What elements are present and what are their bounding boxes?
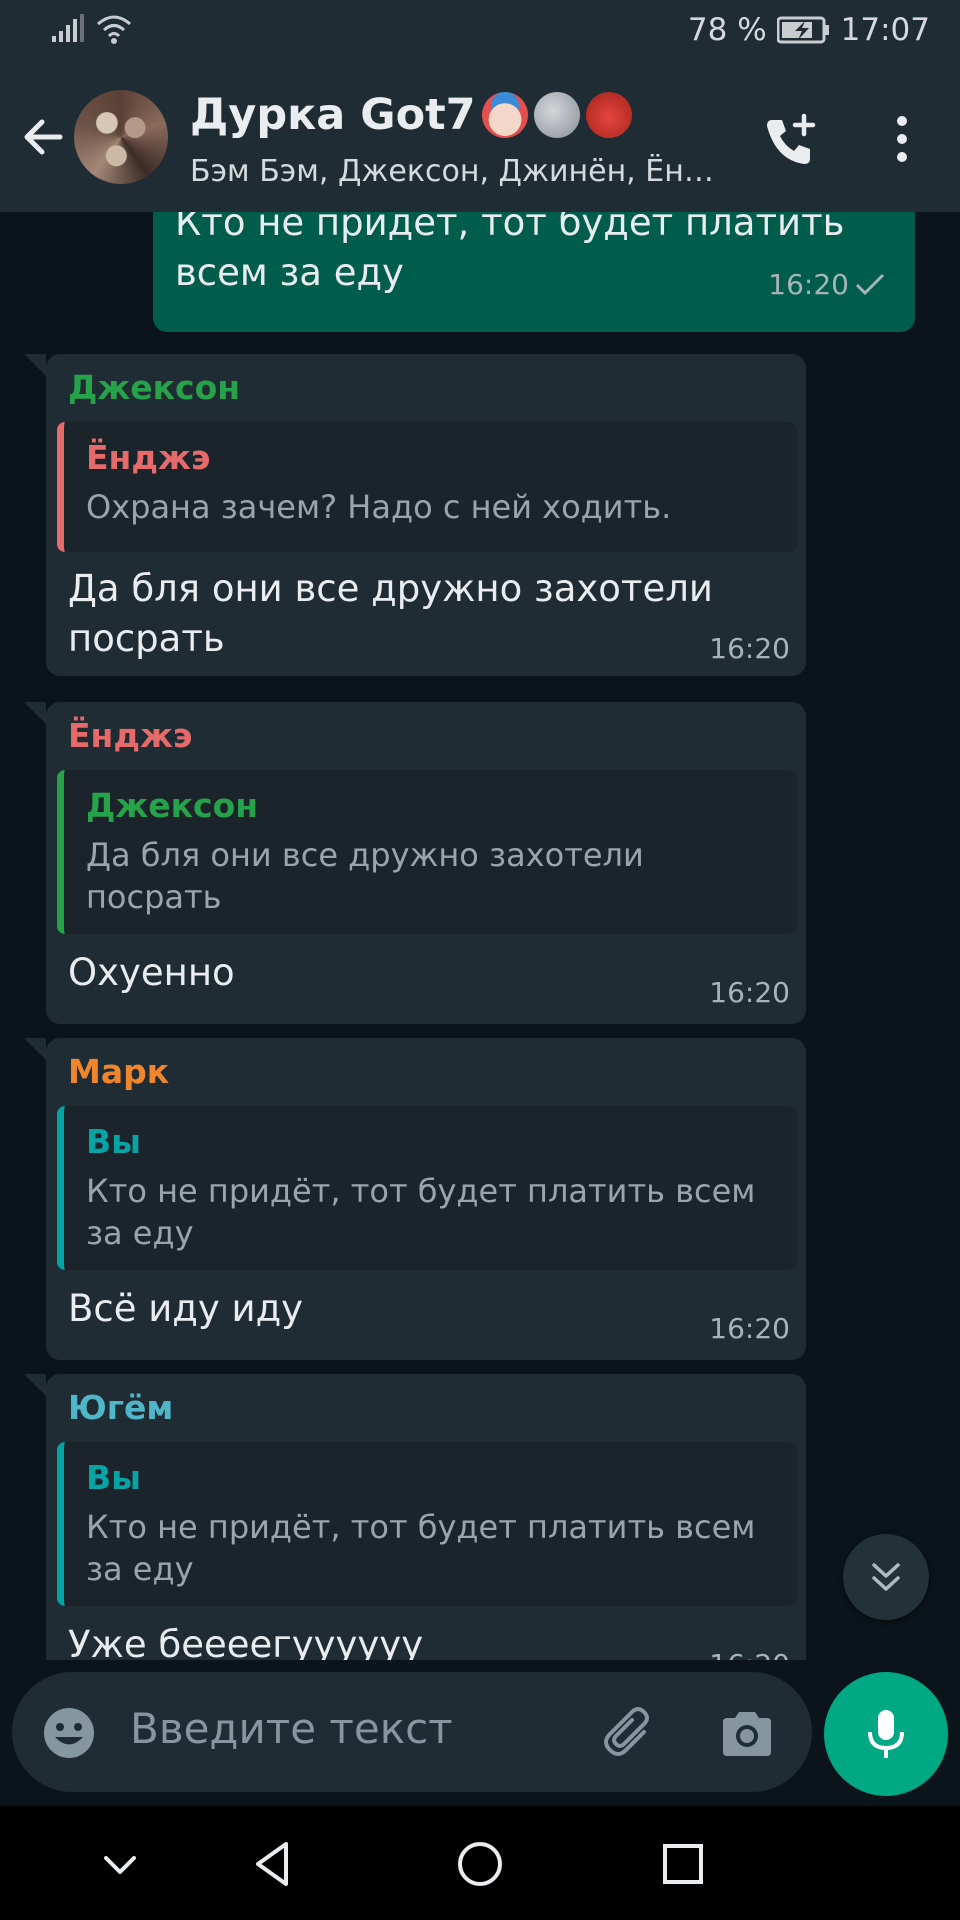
message-list[interactable]: Кто не придёт, тот будет платить всем за… [0,212,960,1660]
quoted-message[interactable]: Ёнджэ Охрана зачем? Надо с ней ходить. [57,422,797,552]
bubble-tail [24,354,46,376]
message-text: Да бля они все дружно захотели посрать [68,567,713,660]
message-text: Всё иду иду [68,1287,304,1330]
wifi-icon [97,15,131,44]
message-time: 16:20 [709,1312,790,1345]
quoted-message[interactable]: Вы Кто не придёт, тот будет платить всем… [57,1442,797,1606]
message-time: 16:20 [709,632,790,665]
mic-icon [868,1710,904,1758]
incoming-message[interactable]: Югём Вы Кто не придёт, тот будет платить… [46,1374,806,1660]
chat-header: Дурка Got7 Бэм Бэм, Джексон, Джинён, Ён… [0,64,960,212]
clown-emoji-icon [481,92,528,138]
composer: Введите текст [0,1660,960,1806]
back-triangle-icon[interactable] [246,1836,302,1892]
message-text: Уже беееегуууууу [68,1623,424,1660]
group-avatar[interactable] [74,90,168,184]
system-nav-bar [0,1806,960,1920]
quote-author: Джексон [86,786,259,825]
quote-text: Кто не придёт, тот будет платить всем за… [86,1508,756,1588]
quote-author: Вы [86,1458,141,1497]
sender-name: Югём [68,1388,174,1427]
quoted-message[interactable]: Вы Кто не придёт, тот будет платить всем… [57,1106,797,1270]
bubble-tail [24,1374,46,1396]
message-time: 16:20 [768,268,849,301]
message-text: Кто не придёт, тот будет платить всем за… [175,212,845,294]
double-chevron-down-icon [872,1563,900,1591]
home-circle-icon[interactable] [452,1836,508,1892]
voice-record-button[interactable] [824,1672,948,1796]
chevron-down-icon[interactable] [92,1836,148,1892]
devil-emoji-icon [585,92,632,138]
incoming-message[interactable]: Джексон Ёнджэ Охрана зачем? Надо с ней х… [46,354,806,676]
chat-participants[interactable]: Бэм Бэм, Джексон, Джинён, Ён… [190,154,730,189]
quote-author: Ёнджэ [86,438,211,477]
moon-emoji-icon [533,92,580,138]
battery-percent: 78 % [687,12,767,48]
quote-text: Да бля они все дружно захотели посрать [86,836,644,916]
message-time: 16:20 [709,976,790,1009]
signal-icon [52,14,84,42]
sent-check-icon [855,273,885,296]
sender-name: Марк [68,1052,170,1091]
bubble-tail [24,1038,46,1060]
message-time: 16:20 [709,1648,790,1660]
emoji-icon[interactable] [42,1706,96,1760]
recents-square-icon[interactable] [655,1836,711,1892]
battery-icon [776,16,829,44]
message-text: Охуенно [68,951,235,994]
more-vert-icon[interactable] [884,114,920,164]
message-input-box[interactable]: Введите текст [12,1672,812,1792]
incoming-message[interactable]: Ёнджэ Джексон Да бля они все дружно захо… [46,702,806,1024]
status-bar: 78 % 17:07 [0,0,960,64]
sender-name: Ёнджэ [68,716,193,755]
message-input[interactable]: Введите текст [130,1704,453,1753]
chat-title-text: Дурка Got7 [190,90,476,140]
incoming-message[interactable]: Марк Вы Кто не придёт, тот будет платить… [46,1038,806,1360]
bubble-tail [24,702,46,724]
paperclip-icon[interactable] [600,1706,660,1762]
outgoing-message[interactable]: Кто не придёт, тот будет платить всем за… [153,212,915,332]
quote-text: Кто не придёт, тот будет платить всем за… [86,1172,756,1252]
add-call-icon[interactable] [760,110,820,170]
sender-name: Джексон [68,368,241,407]
scroll-down-button[interactable] [843,1534,929,1620]
quote-text: Охрана зачем? Надо с ней ходить. [86,488,672,526]
arrow-left-icon[interactable] [18,112,68,162]
chat-title[interactable]: Дурка Got7 [190,90,632,140]
quote-author: Вы [86,1122,141,1161]
camera-icon[interactable] [717,1706,777,1762]
quoted-message[interactable]: Джексон Да бля они все дружно захотели п… [57,770,797,934]
clock: 17:07 [840,12,930,48]
